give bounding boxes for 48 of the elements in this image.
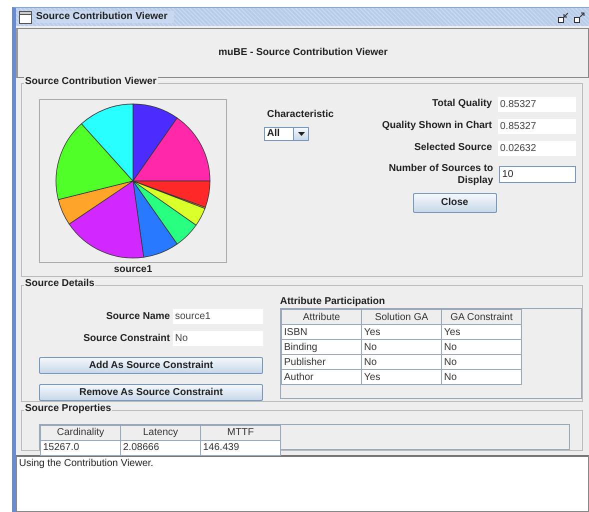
window-title: Source Contribution Viewer [36, 11, 174, 24]
stat-label: Quality Shown in Chart [382, 120, 493, 132]
value-field: No [173, 331, 263, 346]
table-title: Attribute Participation [280, 296, 386, 308]
table-cell: Author [282, 370, 362, 385]
chart-caption: source1 [114, 264, 152, 276]
table-cell: Yes [442, 324, 522, 340]
maximize-icon[interactable] [574, 12, 585, 23]
input-field[interactable]: 10 [499, 166, 576, 184]
header-title: muBE - Source Contribution Viewer [218, 46, 388, 59]
characteristic-label: Characteristic [266, 108, 335, 121]
table-cell: Publisher [282, 354, 362, 370]
table-cell: 15267.0 [40, 440, 120, 456]
group-title: Source Properties [24, 402, 112, 415]
stat-label: Selected Source [414, 142, 493, 154]
column-header[interactable]: MTTF [200, 425, 280, 440]
stat-label: Total Quality [432, 98, 493, 110]
column-header[interactable]: GA Constraint [442, 310, 522, 325]
table-cell: 146.439 [200, 440, 280, 456]
table-cell: Yes [362, 324, 442, 340]
column-header[interactable]: Attribute [282, 310, 362, 325]
action-button[interactable]: Add As Source Constraint [39, 357, 263, 374]
value-field: 0.85327 [498, 96, 576, 112]
field-label: Source Name [105, 310, 171, 323]
minimize-icon[interactable] [558, 12, 569, 23]
table-cell: Yes [362, 370, 442, 385]
value-field: source1 [173, 309, 263, 324]
table-cell: No [362, 340, 442, 355]
log-text-area[interactable]: Using the Contribution Viewer. [16, 454, 589, 512]
dropdown-arrow-icon [298, 132, 304, 136]
table-cell: No [362, 354, 442, 370]
table-cell: 2.08666 [120, 440, 200, 456]
table-cell: No [442, 354, 522, 370]
table-cell: Binding [282, 340, 362, 355]
column-header[interactable]: Cardinality [40, 425, 120, 440]
column-header[interactable]: Latency [120, 425, 200, 440]
window-icon [19, 10, 32, 24]
column-header[interactable]: Solution GA [362, 310, 442, 325]
value-field: 0.85327 [498, 118, 576, 134]
table-cell: No [442, 340, 522, 355]
action-button[interactable]: Remove As Source Constraint [39, 384, 263, 402]
table-cell: ISBN [282, 324, 362, 340]
table-cell: No [442, 370, 522, 385]
close-button[interactable]: Close [412, 192, 497, 213]
value-field: 0.02632 [498, 140, 576, 156]
stat-label: Number of Sources to Display [388, 162, 494, 187]
field-label: Source Constraint [82, 332, 171, 345]
characteristic-dropdown[interactable]: All [264, 126, 309, 141]
